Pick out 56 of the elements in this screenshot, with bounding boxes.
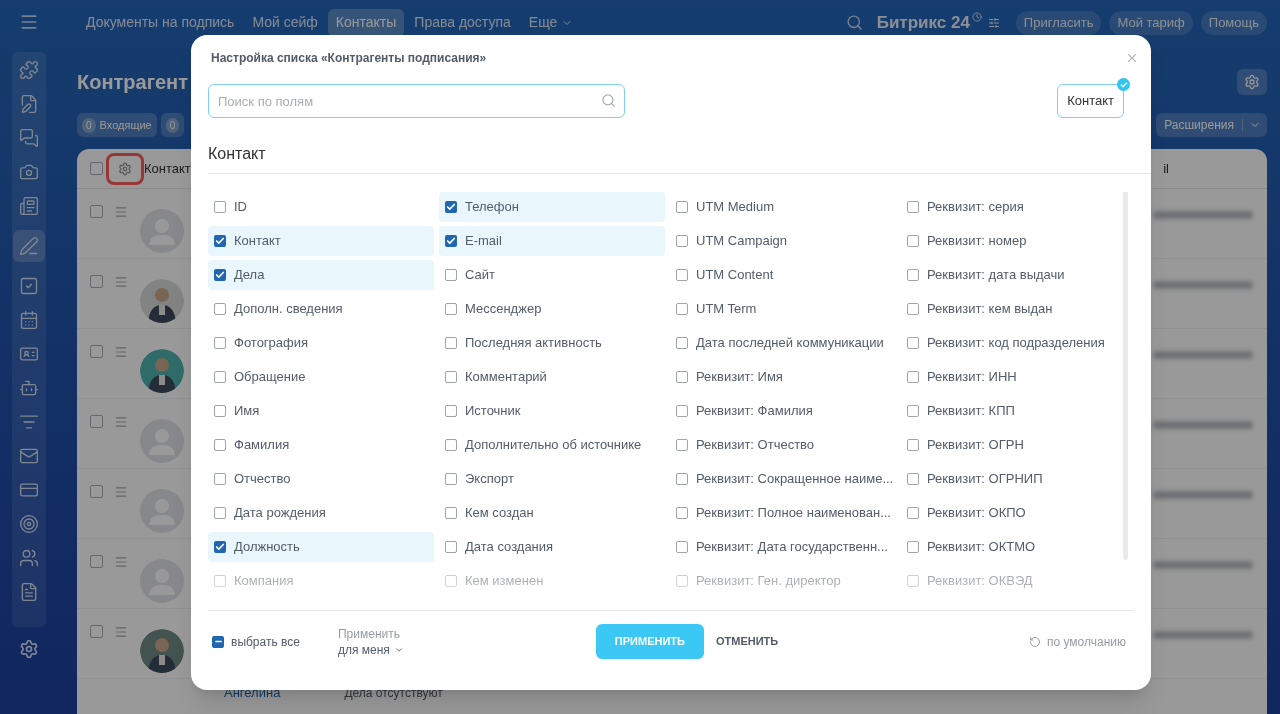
field-option[interactable]: Фамилия — [208, 430, 434, 460]
field-option[interactable]: Реквизит: ОКПО — [901, 498, 1127, 528]
apply-scope-label: Применить — [337, 625, 401, 642]
field-option[interactable]: Реквизит: ОГРН — [901, 430, 1127, 460]
column-header: Контакт — [144, 159, 191, 178]
field-option[interactable]: Реквизит: Сокращенное наиме... — [670, 464, 896, 494]
field-option[interactable]: Дата создания — [439, 532, 665, 562]
field-option[interactable]: Реквизит: КПП — [901, 396, 1127, 426]
field-option[interactable]: Последняя активность — [439, 328, 665, 358]
field-option[interactable]: Реквизит: номер — [901, 226, 1127, 256]
field-option[interactable]: Реквизит: Полное наименован... — [670, 498, 896, 528]
page-title: Контрагент — [77, 70, 188, 95]
logo: Битрикс 24 — [876, 11, 970, 34]
field-option[interactable]: Реквизит: Фамилия — [670, 396, 896, 426]
field-option[interactable]: Обращение — [208, 362, 434, 392]
field-option[interactable]: Реквизит: дата выдачи — [901, 260, 1127, 290]
field-option[interactable]: UTM Term — [670, 294, 896, 324]
section-title: Контакт — [208, 145, 266, 162]
field-option[interactable]: Реквизит: кем выдан — [901, 294, 1127, 324]
field-option[interactable]: Дата рождения — [208, 498, 434, 528]
field-option[interactable]: Реквизит: код подразделения — [901, 328, 1127, 358]
field-option[interactable]: Дела — [208, 260, 434, 290]
field-option[interactable]: UTM Content — [670, 260, 896, 290]
field-option[interactable]: Отчество — [208, 464, 434, 494]
field-option[interactable]: Сайт — [439, 260, 665, 290]
column-header: il — [1163, 159, 1169, 178]
field-option[interactable]: Должность — [208, 532, 434, 562]
field-option[interactable]: Реквизит: Отчество — [670, 430, 896, 460]
field-option[interactable]: Реквизит: ОГРНИП — [901, 464, 1127, 494]
field-option[interactable]: Источник — [439, 396, 665, 426]
field-option[interactable]: Дополн. сведения — [208, 294, 434, 324]
field-option[interactable]: Реквизит: ИНН — [901, 362, 1127, 392]
dialog-title: Настройка списка «Контрагенты подписания» — [211, 50, 487, 67]
field-option[interactable]: Фотография — [208, 328, 434, 358]
field-option[interactable]: Экспорт — [439, 464, 665, 494]
field-option[interactable]: Реквизит: Имя — [670, 362, 896, 392]
field-option[interactable]: Мессенджер — [439, 294, 665, 324]
field-option[interactable]: Реквизит: ОКТМО — [901, 532, 1127, 562]
field-option[interactable]: UTM Medium — [670, 192, 896, 222]
field-option[interactable]: ID — [208, 192, 434, 222]
field-option[interactable]: Дополнительно об источнике — [439, 430, 665, 460]
select-all-label[interactable]: выбрать все — [231, 632, 300, 651]
field-option[interactable]: UTM Campaign — [670, 226, 896, 256]
field-option[interactable]: Контакт — [208, 226, 434, 256]
apply-scope-dropdown[interactable]: для меня — [337, 641, 404, 658]
field-option[interactable]: Реквизит: серия — [901, 192, 1127, 222]
cancel-button[interactable]: ОТМЕНИТЬ — [715, 633, 779, 650]
field-option[interactable]: E-mail — [439, 226, 665, 256]
search-field[interactable]: Поиск по полям — [208, 84, 625, 118]
field-option[interactable]: Кем создан — [439, 498, 665, 528]
field-option[interactable]: Комментарий — [439, 362, 665, 392]
field-option[interactable]: Телефон — [439, 192, 665, 222]
filter-label: Входящие — [99, 117, 152, 133]
field-option[interactable]: Дата последней коммуникации — [670, 328, 896, 358]
field-option[interactable]: Имя — [208, 396, 434, 426]
field-option[interactable]: Реквизит: Дата государственн... — [670, 532, 896, 562]
